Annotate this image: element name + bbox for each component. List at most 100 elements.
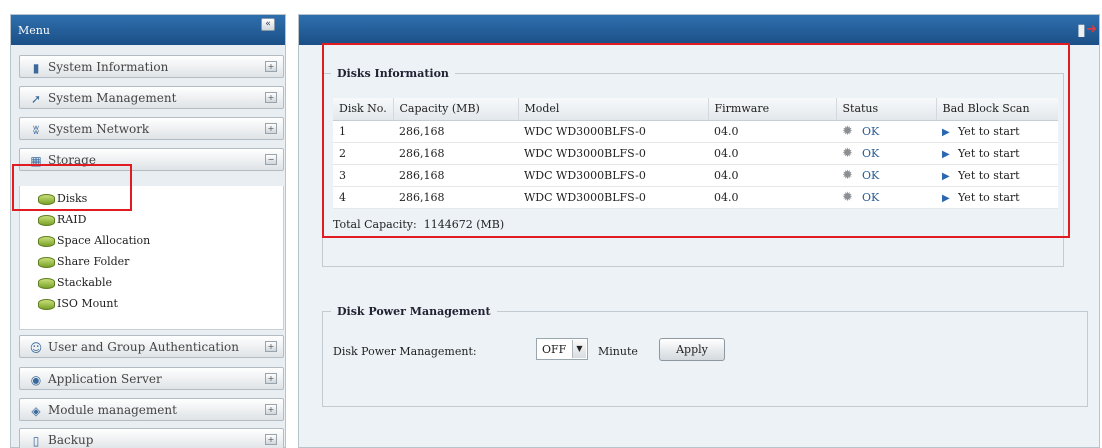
submenu-item-disks[interactable]: Disks bbox=[38, 192, 87, 205]
sidebar-item-application-server[interactable]: ◉ Application Server + bbox=[19, 367, 284, 390]
sidebar-item-label: User and Group Authentication bbox=[48, 340, 239, 354]
chevron-down-icon[interactable]: ▼ bbox=[572, 340, 586, 358]
disk-no-cell: 4 bbox=[333, 186, 393, 209]
status-cell: ✹ OK bbox=[836, 142, 936, 165]
sidebar-menu: Menu « ▮ System Information + ➚ System Man… bbox=[10, 14, 286, 448]
gear-icon: ✹ bbox=[842, 145, 853, 161]
expand-icon[interactable]: + bbox=[265, 92, 277, 103]
bad-block-scan-cell[interactable]: ▶ Yet to start bbox=[936, 164, 1058, 187]
sidebar-title: Menu bbox=[18, 24, 50, 37]
play-icon[interactable]: ▶ bbox=[942, 193, 958, 204]
storage-submenu: Disks RAID Space Allocation Share Folder… bbox=[19, 186, 284, 330]
model-cell: WDC WD3000BLFS-0 bbox=[518, 164, 708, 187]
capacity-cell: 286,168 bbox=[393, 186, 518, 209]
disk-power-management-label: Disk Power Management: bbox=[333, 345, 477, 358]
disks-information-group: Disks Information Disk No. Capacity (MB)… bbox=[322, 67, 1064, 267]
scan-status-text: Yet to start bbox=[958, 190, 1020, 204]
submenu-item-label: ISO Mount bbox=[57, 297, 118, 310]
sidebar-item-system-information[interactable]: ▮ System Information + bbox=[19, 55, 284, 78]
disk-icon bbox=[38, 256, 55, 268]
sidebar-item-system-network[interactable]: ʬ System Network + bbox=[19, 117, 284, 140]
apply-button[interactable]: Apply bbox=[659, 338, 725, 361]
total-capacity-label: Total Capacity: bbox=[333, 218, 417, 231]
status-cell: ✹ OK bbox=[836, 164, 936, 187]
sidebar-item-label: Module management bbox=[48, 403, 177, 417]
play-icon[interactable]: ▶ bbox=[942, 149, 958, 160]
sidebar-item-label: Application Server bbox=[48, 372, 162, 386]
submenu-item-share-folder[interactable]: Share Folder bbox=[38, 255, 129, 268]
submenu-item-space-allocation[interactable]: Space Allocation bbox=[38, 234, 150, 247]
disk-no-cell: 2 bbox=[333, 142, 393, 165]
disk-icon bbox=[38, 277, 55, 289]
network-icon: ʬ bbox=[32, 122, 40, 137]
disks-information-legend: Disks Information bbox=[337, 67, 449, 80]
storage-icon: ▦ bbox=[30, 153, 42, 168]
collapse-icon[interactable]: − bbox=[265, 154, 277, 165]
expand-icon[interactable]: + bbox=[265, 373, 277, 384]
sidebar-item-label: System Management bbox=[48, 91, 177, 105]
total-capacity: Total Capacity: 1144672 (MB) bbox=[333, 218, 504, 231]
column-header-firmware: Firmware bbox=[708, 98, 837, 121]
bad-block-scan-cell[interactable]: ▶ Yet to start bbox=[936, 120, 1058, 143]
gear-icon: ✹ bbox=[842, 189, 853, 205]
expand-icon[interactable]: + bbox=[265, 404, 277, 415]
sidebar-item-backup[interactable]: ▯ Backup + bbox=[19, 428, 284, 448]
power-timeout-select[interactable]: OFF ▼ bbox=[536, 338, 588, 360]
sidebar-item-system-management[interactable]: ➚ System Management + bbox=[19, 86, 284, 109]
column-header-capacity: Capacity (MB) bbox=[393, 98, 519, 121]
table-row[interactable]: 4 286,168 WDC WD3000BLFS-0 04.0 ✹ OK ▶ Yet… bbox=[333, 186, 1058, 209]
column-header-status: Status bbox=[836, 98, 937, 121]
submenu-item-label: Disks bbox=[57, 192, 88, 205]
collapse-menu-button[interactable]: « bbox=[261, 18, 275, 31]
sidebar-header: Menu « bbox=[11, 15, 285, 45]
expand-icon[interactable]: + bbox=[265, 434, 277, 445]
column-header-disk-no: Disk No. bbox=[333, 98, 394, 121]
submenu-item-iso-mount[interactable]: ISO Mount bbox=[38, 297, 118, 310]
submenu-item-label: RAID bbox=[57, 213, 87, 226]
wrench-icon: ➚ bbox=[30, 91, 42, 106]
gear-icon: ✹ bbox=[842, 167, 853, 183]
status-ok-text: OK bbox=[862, 124, 880, 138]
expand-icon[interactable]: + bbox=[265, 341, 277, 352]
submenu-item-stackable[interactable]: Stackable bbox=[38, 276, 112, 289]
sidebar-item-label: System Information bbox=[48, 60, 169, 74]
logout-icon[interactable]: ▮ ➜ bbox=[1077, 21, 1097, 39]
scan-status-text: Yet to start bbox=[958, 124, 1020, 138]
bad-block-scan-cell[interactable]: ▶ Yet to start bbox=[936, 186, 1058, 209]
table-row[interactable]: 1 286,168 WDC WD3000BLFS-0 04.0 ✹ OK ▶ Yet… bbox=[333, 120, 1058, 143]
capacity-cell: 286,168 bbox=[393, 164, 518, 187]
play-icon[interactable]: ▶ bbox=[942, 171, 958, 182]
module-icon: ◈ bbox=[31, 403, 41, 418]
play-icon[interactable]: ▶ bbox=[942, 127, 958, 138]
main-panel: ▮ ➜ Disks Information Disk No. Capacity (… bbox=[298, 14, 1100, 448]
sidebar-item-label: Storage bbox=[48, 153, 96, 167]
sidebar-item-user-group-auth[interactable]: ☺ User and Group Authentication + bbox=[19, 335, 284, 358]
bad-block-scan-cell[interactable]: ▶ Yet to start bbox=[936, 142, 1058, 165]
backup-icon: ▯ bbox=[32, 433, 40, 448]
model-cell: WDC WD3000BLFS-0 bbox=[518, 186, 708, 209]
status-cell: ✹ OK bbox=[836, 120, 936, 143]
sidebar-item-module-management[interactable]: ◈ Module management + bbox=[19, 398, 284, 421]
table-row[interactable]: 3 286,168 WDC WD3000BLFS-0 04.0 ✹ OK ▶ Yet… bbox=[333, 164, 1058, 187]
model-cell: WDC WD3000BLFS-0 bbox=[518, 142, 708, 165]
gear-icon: ✹ bbox=[842, 123, 853, 139]
model-cell: WDC WD3000BLFS-0 bbox=[518, 120, 708, 143]
disk-icon bbox=[38, 214, 55, 226]
scan-status-text: Yet to start bbox=[958, 168, 1020, 182]
disk-icon bbox=[38, 235, 55, 247]
server-icon: ◉ bbox=[30, 372, 42, 387]
total-capacity-value: 1144672 (MB) bbox=[423, 218, 505, 231]
sidebar-item-label: Backup bbox=[48, 433, 94, 447]
submenu-item-label: Space Allocation bbox=[57, 234, 151, 247]
capacity-cell: 286,168 bbox=[393, 142, 518, 165]
sidebar-item-storage[interactable]: ▦ Storage − bbox=[19, 148, 284, 171]
column-header-model: Model bbox=[518, 98, 709, 121]
capacity-cell: 286,168 bbox=[393, 120, 518, 143]
column-header-bad-block-scan: Bad Block Scan bbox=[936, 98, 1058, 121]
expand-icon[interactable]: + bbox=[265, 61, 277, 72]
status-ok-text: OK bbox=[862, 190, 880, 204]
submenu-item-raid[interactable]: RAID bbox=[38, 213, 86, 226]
sidebar-item-label: System Network bbox=[48, 122, 150, 136]
expand-icon[interactable]: + bbox=[265, 123, 277, 134]
table-row[interactable]: 2 286,168 WDC WD3000BLFS-0 04.0 ✹ OK ▶ Yet… bbox=[333, 142, 1058, 165]
